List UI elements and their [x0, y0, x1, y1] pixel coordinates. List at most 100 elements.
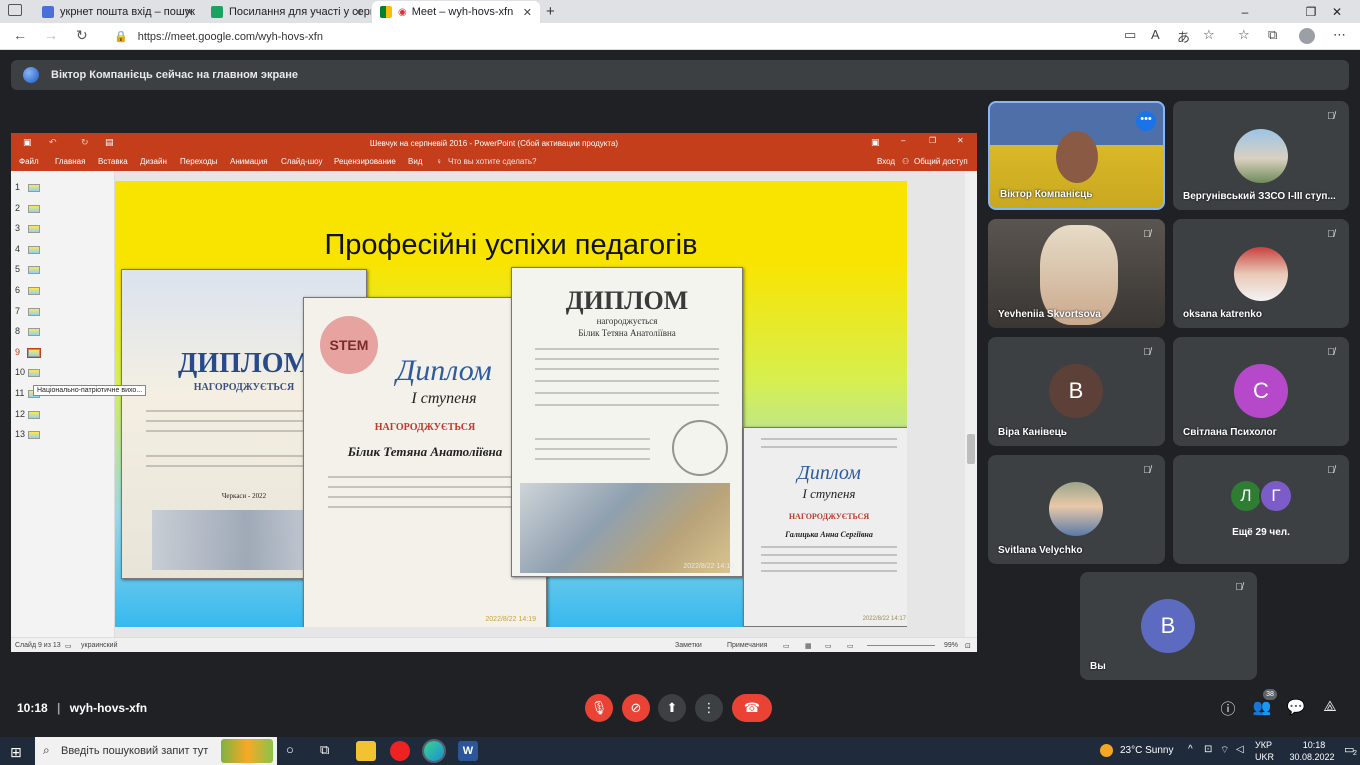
slide-thumbnail: 1 [11, 179, 51, 199]
collections-icon[interactable]: ⧉ [1268, 27, 1277, 43]
diploma-name: Білик Тетяна Анатоліївна [578, 328, 676, 338]
leave-call-button[interactable]: ☎ [732, 694, 772, 722]
spellcheck-icon: ▭ [65, 643, 72, 650]
wifi-icon[interactable]: ⌔ [1220, 744, 1229, 757]
self-tile[interactable]: 🎙̸ В Вы [1080, 572, 1257, 680]
slide-preview [28, 431, 40, 440]
cortana-icon[interactable]: ○ [286, 742, 294, 757]
slide-number: 4 [15, 243, 21, 254]
browser-tab[interactable]: укрнет пошта вхід – пошук ✕ [34, 1, 202, 23]
ribbon-options-icon: ▣ [871, 137, 880, 147]
mic-toggle-button[interactable]: 🎙 [585, 694, 613, 722]
more-options-icon[interactable]: ••• [1136, 111, 1156, 131]
slide-thumbnail: 13 [11, 426, 51, 446]
browser-tab-active[interactable]: ◉ Meet – wyh-hovs-xfn ✕ [372, 1, 540, 23]
slide-thumbnail: 8 [11, 323, 51, 343]
ribbon-tab: Вид [408, 157, 423, 166]
slide-preview [28, 184, 40, 192]
banner-text: Віктор Компанієць сейчас на главном экра… [51, 69, 299, 81]
slide-thumbnail: 4 [11, 241, 51, 261]
new-tab-icon[interactable]: + [546, 3, 555, 20]
fit-slide-icon: ⊡ [965, 643, 971, 650]
slide-number: 1 [15, 182, 21, 192]
reload-icon[interactable]: ↻ [76, 27, 88, 44]
read-aloud-icon[interactable]: A [1151, 27, 1160, 42]
participant-name: oksana katrenko [1183, 309, 1262, 320]
slide-thumbnail: 3 [11, 220, 51, 240]
camera-toggle-button[interactable]: ⊘ [622, 694, 650, 722]
slide-preview [28, 410, 40, 419]
avatar-initial: С [1253, 378, 1269, 403]
participant-tile[interactable]: ••• Віктор Компанієць [988, 101, 1165, 210]
meeting-details-icon[interactable]: ⓘ [1217, 698, 1239, 719]
close-icon[interactable]: ✕ [523, 6, 532, 19]
slideshow-icon: ▤ [105, 137, 114, 147]
favorite-add-icon[interactable]: ☆ [1203, 27, 1215, 43]
forward-icon[interactable]: → [44, 27, 58, 43]
taskbar-search[interactable]: ⌕ Введіть пошуковий запит тут [35, 737, 277, 765]
task-view-icon[interactable]: ⧉ [320, 742, 329, 758]
ribbon-tab: Главная [55, 157, 86, 166]
participant-tile[interactable]: 🎙̸ С Світлана Психолог [1173, 337, 1349, 446]
slide-number: 9 [15, 346, 21, 357]
login-link: Вход [877, 157, 896, 166]
participant-tile[interactable]: 🎙̸ В Віра Канівець [988, 337, 1165, 446]
camera-icon[interactable]: ▭ [1124, 27, 1136, 43]
slide-preview [28, 328, 40, 337]
close-icon[interactable]: ✕ [185, 6, 194, 19]
participant-tile[interactable]: 🎙̸ oksana katrenko [1173, 219, 1349, 328]
tab-label: укрнет пошта вхід – пошук [60, 6, 195, 18]
edge-icon[interactable] [422, 739, 446, 763]
opera-icon[interactable] [390, 741, 410, 761]
weather-text[interactable]: 23°C Sunny [1120, 745, 1173, 756]
slide-title: Професійні успіхи педагогів [324, 229, 698, 261]
stamp-icon [672, 420, 728, 476]
windows-start-icon[interactable]: ⊞ [10, 744, 22, 761]
participant-tile[interactable]: 🎙̸ Yevheniia Skvortsova [988, 219, 1165, 328]
mic-off-icon: 🎙̸ [1327, 347, 1335, 358]
back-icon[interactable]: ← [13, 27, 27, 43]
mic-off-icon: 🎙̸ [1143, 465, 1151, 476]
slide-number: 11 [15, 388, 25, 398]
vertical-scrollbar [965, 171, 977, 637]
close-window-icon[interactable]: ✕ [1314, 0, 1360, 23]
tab-actions-icon[interactable] [8, 4, 22, 16]
diploma-name: Галицька Анна Сергіївна [785, 530, 873, 539]
file-explorer-icon[interactable] [356, 741, 376, 761]
minimize-icon[interactable]: – [1222, 0, 1268, 23]
activities-icon[interactable]: ⟁ [1319, 698, 1341, 715]
avatar: В [1141, 599, 1195, 653]
present-button[interactable]: ⬆ [658, 694, 686, 722]
network-icon[interactable]: ⊡ [1204, 744, 1212, 755]
close-icon[interactable]: ✕ [354, 6, 363, 19]
browser-tab[interactable]: Посилання для участі у серпнев ✕ [203, 1, 371, 23]
participant-tile[interactable]: 🎙̸ Svitlana Velychko [988, 455, 1165, 564]
translate-icon[interactable]: あ [1177, 27, 1190, 46]
favorites-icon[interactable]: ☆ [1238, 27, 1250, 43]
profile-avatar[interactable] [1299, 28, 1315, 44]
more-participants-tile[interactable]: 🎙̸ Л Г Ещё 29 чел. [1173, 455, 1349, 564]
url-bar[interactable]: 🔒 https://meet.google.com/wyh-hovs-xfn [114, 26, 1114, 47]
slide-thumbnail: 7 [11, 303, 51, 323]
chat-icon[interactable]: 💬 [1285, 698, 1307, 716]
volume-icon[interactable]: ◁ [1236, 744, 1244, 755]
slide-preview [28, 287, 40, 295]
more-options-button[interactable]: ⋮ [695, 694, 723, 722]
more-participants-label: Ещё 29 чел. [1232, 527, 1290, 538]
lock-icon: 🔒 [114, 31, 128, 43]
participant-name: Svitlana Velychko [998, 545, 1083, 556]
chevron-up-icon[interactable]: ^ [1188, 744, 1193, 755]
ribbon-tab: Анимация [230, 157, 268, 166]
lightbulb-icon: ♀ [436, 157, 442, 166]
meet-icon [380, 6, 392, 18]
mic-off-icon: 🎙̸ [1235, 582, 1243, 593]
shared-screen: ▣ ↶ ↻ ▤ Шевчук на серпневій 2016 - Power… [11, 133, 977, 652]
participant-tile[interactable]: 🎙̸ Вергунівський ЗЗСО І-ІІІ ступ... [1173, 101, 1349, 210]
diploma-image: ДИПЛОМ нагороджується Білик Тетяна Анато… [511, 267, 743, 577]
language-indicator[interactable]: УКР [1255, 740, 1272, 750]
word-icon[interactable]: W [458, 741, 478, 761]
taskbar-time[interactable]: 10:18 [1294, 740, 1334, 750]
more-icon[interactable]: ⋯ [1333, 27, 1346, 43]
presenting-banner: Віктор Компанієць сейчас на главном экра… [11, 60, 1349, 90]
people-icon[interactable]: 👥 [1251, 698, 1273, 716]
